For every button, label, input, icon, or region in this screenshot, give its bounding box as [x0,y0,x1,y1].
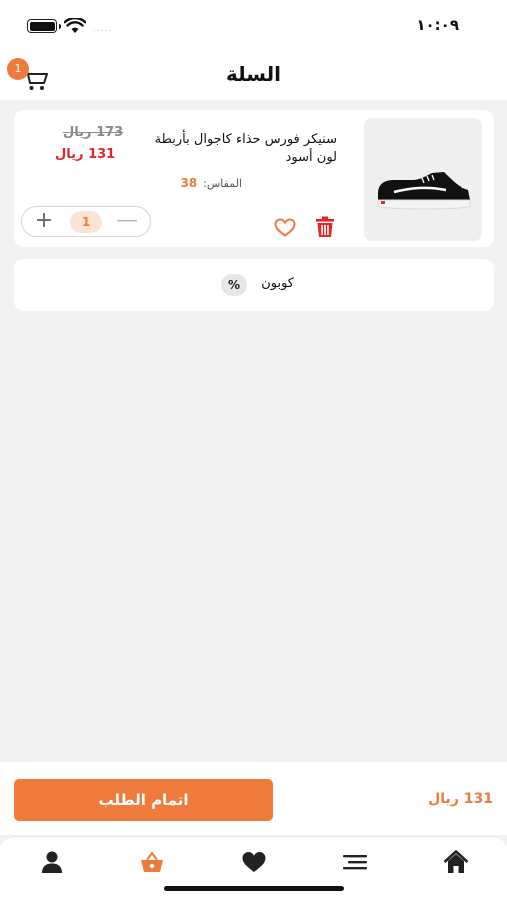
checkout-bar: اتمام الطلب 131 ريال [0,762,507,835]
coupon-card[interactable]: كوبون % [14,259,494,311]
size-row: المقاس: 38 [180,176,242,190]
quantity-decrease-button[interactable]: — [116,210,138,234]
home-indicator [164,886,344,891]
header: السلة [0,52,507,100]
quantity-value: 1 [70,211,102,233]
sneaker-image [377,172,473,210]
favorite-heart-icon[interactable] [274,218,296,237]
product-name[interactable]: سنيكر فورس حذاء كاجوال بأربطة لون أسود [147,131,337,167]
wifi-icon [64,18,86,33]
cart-count-badge: 1 [7,58,29,80]
profile-icon[interactable] [39,849,65,875]
checkout-button[interactable]: اتمام الطلب [14,779,273,821]
heart-icon[interactable] [241,849,267,875]
trash-icon[interactable] [314,216,336,238]
size-label: المقاس: [203,177,242,190]
product-image[interactable] [364,118,482,241]
quantity-stepper: + 1 — [21,206,151,237]
status-time: ١٠:٠٩ [416,16,459,34]
signal-indicator: ..... [93,24,113,34]
page-title: السلة [225,62,281,86]
battery-icon [27,19,61,33]
size-value: 38 [180,176,198,190]
quantity-increase-button[interactable]: + [34,210,54,234]
cart-item-card: سنيكر فورس حذاء كاجوال بأربطة لون أسود ا… [14,110,494,247]
coupon-label: كوبون [261,276,294,291]
current-price: 131 ريال [55,147,116,162]
basket-icon[interactable] [139,849,165,875]
status-bar: ..... ١٠:٠٩ [0,0,507,52]
menu-icon[interactable] [342,849,368,875]
home-icon[interactable] [443,849,469,875]
total-price: 131 ريال [428,791,493,807]
old-price: 173 ريال [63,125,124,140]
percent-icon: % [221,274,247,296]
